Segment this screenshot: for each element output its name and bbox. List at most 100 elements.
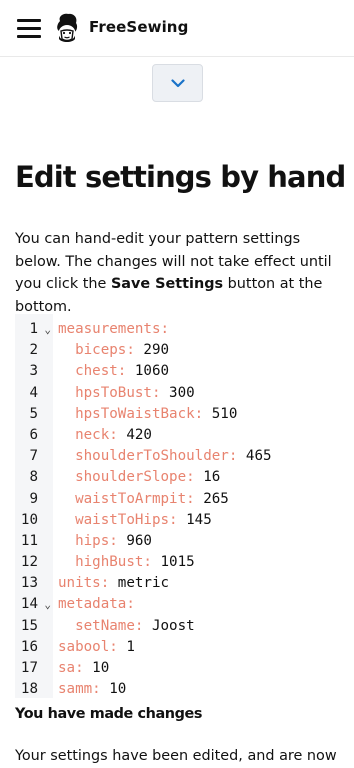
brand-name[interactable]: FreeSewing xyxy=(89,18,188,36)
yaml-value: 290 xyxy=(134,342,170,359)
line-number-gutter: 1 ⌄ 2 3 4 5 6 7 8 9 10 11 12 13 14 ⌄ 15 16 17 18 xyxy=(15,319,53,698)
code-line[interactable]: sabool: 1 xyxy=(58,637,272,658)
line-number: 13 xyxy=(15,573,53,594)
code-area[interactable]: measurements: biceps: 290 chest: 1060 hp… xyxy=(53,314,339,698)
line-number-text: 5 xyxy=(29,405,38,422)
code-line[interactable]: neck: 420 xyxy=(58,425,272,446)
yaml-value: 465 xyxy=(237,448,272,465)
yaml-value: 300 xyxy=(160,384,195,401)
yaml-key: shoulderToShoulder: xyxy=(75,448,238,465)
yaml-key: biceps: xyxy=(75,342,135,359)
yaml-value: 145 xyxy=(177,511,212,528)
yaml-value: 1015 xyxy=(151,554,195,571)
code-line[interactable]: biceps: 290 xyxy=(58,340,272,361)
line-number: 16 xyxy=(15,637,53,658)
line-number: 5 xyxy=(15,404,53,425)
line-number-text: 4 xyxy=(29,384,38,401)
line-number-text: 8 xyxy=(29,469,38,486)
yaml-key: sabool: xyxy=(58,638,118,655)
line-number-text: 3 xyxy=(29,363,38,380)
line-number: 9 xyxy=(15,489,53,510)
changes-heading: You have made changes xyxy=(15,706,203,722)
code-line[interactable]: measurements: xyxy=(58,319,272,340)
line-number: 18 xyxy=(15,679,53,698)
yaml-key: highBust: xyxy=(75,554,152,571)
intro-text: You can hand-edit your pattern settings … xyxy=(15,228,345,318)
line-number-text: 2 xyxy=(29,342,38,359)
line-number: 7 xyxy=(15,446,53,467)
line-number-text: 6 xyxy=(29,426,38,443)
code-line[interactable]: chest: 1060 xyxy=(58,361,272,382)
yaml-key: setName: xyxy=(75,617,144,634)
code-line[interactable]: hpsToBust: 300 xyxy=(58,383,272,404)
yaml-value: 510 xyxy=(203,405,238,422)
code-line[interactable]: waistToArmpit: 265 xyxy=(58,489,272,510)
code-line[interactable]: waistToHips: 145 xyxy=(58,510,272,531)
code-line[interactable]: shoulderToShoulder: 465 xyxy=(58,446,272,467)
line-number: 11 xyxy=(15,531,53,552)
line-number: 8 xyxy=(15,467,53,488)
top-navbar: FreeSewing xyxy=(0,0,354,57)
yaml-key: chest: xyxy=(75,363,127,380)
page-title: Edit settings by hand xyxy=(15,160,346,194)
line-number-text: 7 xyxy=(29,448,38,465)
line-number-text: 14 xyxy=(20,596,38,613)
changes-description: Your settings have been edited, and are … xyxy=(15,748,337,764)
yaml-value: 420 xyxy=(117,426,152,443)
line-number-text: 16 xyxy=(20,638,38,655)
yaml-value: 10 xyxy=(83,660,110,676)
yaml-value: 10 xyxy=(100,681,127,698)
code-line[interactable]: hpsToWaistBack: 510 xyxy=(58,404,272,425)
line-number-text: 17 xyxy=(20,660,38,676)
line-number: 12 xyxy=(15,552,53,573)
yaml-key: hpsToWaistBack: xyxy=(75,405,204,422)
yaml-key: hips: xyxy=(75,532,118,549)
line-number: 2 xyxy=(15,340,53,361)
line-number: 6 xyxy=(15,425,53,446)
code-line[interactable]: highBust: 1015 xyxy=(58,552,272,573)
code-line[interactable]: hips: 960 xyxy=(58,531,272,552)
yaml-value: 1060 xyxy=(126,363,170,380)
code-line[interactable]: samm: 10 xyxy=(58,679,272,698)
yaml-key: neck: xyxy=(75,426,118,443)
line-number-text: 15 xyxy=(20,617,38,634)
yaml-key: units: xyxy=(58,575,110,592)
code-line[interactable]: sa: 10 xyxy=(58,658,272,679)
line-number: 4 xyxy=(15,383,53,404)
expand-toggle-button[interactable] xyxy=(152,64,203,102)
code-line[interactable]: setName: Joost xyxy=(58,616,272,637)
line-number: 10 xyxy=(15,510,53,531)
line-number-text: 9 xyxy=(29,490,38,507)
line-number: 15 xyxy=(15,616,53,637)
save-settings-reference: Save Settings xyxy=(110,276,224,292)
fold-chevron-icon[interactable]: ⌄ xyxy=(44,319,51,340)
fold-chevron-icon[interactable]: ⌄ xyxy=(44,594,51,615)
hamburger-menu-icon[interactable] xyxy=(17,18,41,38)
yaml-key: hpsToBust: xyxy=(75,384,161,401)
line-number-text: 11 xyxy=(20,532,38,549)
yaml-key: sa: xyxy=(58,660,84,676)
yaml-code-editor[interactable]: 1 ⌄ 2 3 4 5 6 7 8 9 10 11 12 13 14 ⌄ 15 16 17 18 measuremen… xyxy=(15,314,339,698)
freesewing-logo-icon[interactable] xyxy=(52,12,82,44)
yaml-value: 1 xyxy=(117,638,135,655)
code-line[interactable]: metadata: xyxy=(58,594,272,615)
line-number: 17 xyxy=(15,658,53,679)
line-number: 3 xyxy=(15,361,53,382)
code-line[interactable]: units: metric xyxy=(58,573,272,594)
yaml-key: metadata: xyxy=(58,596,135,613)
line-number-text: 12 xyxy=(20,554,38,571)
line-number-text: 13 xyxy=(20,575,38,592)
chevron-down-icon xyxy=(170,78,185,87)
yaml-value: 16 xyxy=(194,469,221,486)
code-line[interactable]: shoulderSlope: 16 xyxy=(58,467,272,488)
line-number: 14 ⌄ xyxy=(15,594,53,615)
yaml-key: samm: xyxy=(58,681,101,698)
